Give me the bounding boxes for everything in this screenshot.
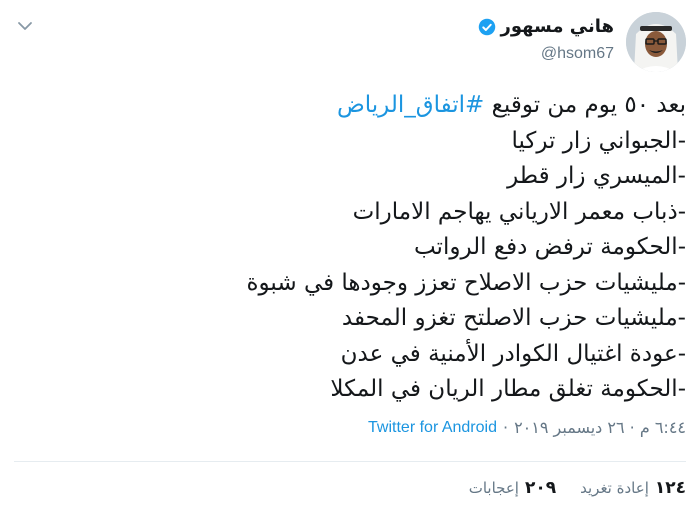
- tweet-line-prefix: بعد ٥٠ يوم من توقيع: [484, 92, 686, 118]
- tweet-line-hashtag: بعد ٥٠ يوم من توقيع #اتفاق_الرياض: [16, 88, 686, 124]
- hashtag-link[interactable]: #اتفاق_الرياض: [337, 92, 484, 118]
- retweets-count: ١٢٤: [654, 478, 686, 498]
- likes-stat[interactable]: ٢٠٩ إعجابات: [469, 478, 556, 498]
- author-block[interactable]: هاني مسهور @hsom67: [478, 16, 614, 63]
- likes-count: ٢٠٩: [524, 478, 557, 498]
- tweet-line: -الحكومة ترفض دفع الرواتب: [413, 234, 686, 260]
- retweets-stat[interactable]: ١٢٤ إعادة تغريد: [580, 478, 686, 498]
- tweet-line: -مليشيات حزب الاصلاح تعزز وجودها في شبوة: [246, 269, 686, 296]
- meta-separator: ·: [502, 418, 509, 437]
- tweet-meta: ٦:٤٤ م · ٢٦ ديسمبر ٢٠١٩ · Twitter for An…: [368, 418, 686, 437]
- tweet-text: بعد ٥٠ يوم من توقيع #اتفاق_الرياض -الجبو…: [16, 88, 686, 408]
- tweet-card: هاني مسهور @hsom67 بعد ٥٠ يوم من توقيع #…: [0, 0, 700, 519]
- author-display-name[interactable]: هاني مسهور: [501, 16, 614, 37]
- chevron-down-icon[interactable]: [16, 18, 34, 32]
- verified-badge-icon: [478, 18, 496, 36]
- profile-avatar[interactable]: [626, 12, 686, 72]
- tweet-stats: ١٢٤ إعادة تغريد ٢٠٩ إعجابات: [469, 478, 686, 498]
- tweet-timestamp[interactable]: ٦:٤٤ م · ٢٦ ديسمبر ٢٠١٩: [514, 418, 686, 437]
- retweets-label: إعادة تغريد: [580, 479, 649, 497]
- avatar-image: [626, 12, 686, 72]
- tweet-line: -الميسري زار قطر: [507, 163, 686, 189]
- divider: [14, 461, 686, 462]
- likes-label: إعجابات: [468, 479, 519, 497]
- author-handle[interactable]: @hsom67: [478, 45, 614, 63]
- tweet-line: -الحكومة تغلق مطار الريان في المكلا: [330, 376, 686, 402]
- tweet-line: -ذباب معمر الارياني يهاجم الامارات: [352, 198, 686, 225]
- tweet-line: -الجبواني زار تركيا: [511, 127, 686, 154]
- tweet-line: -عودة اغتيال الكوادر الأمنية في عدن: [340, 340, 686, 367]
- tweet-source-link[interactable]: Twitter for Android: [368, 419, 497, 437]
- display-name-row: هاني مسهور: [478, 16, 614, 37]
- tweet-line: -مليشيات حزب الاصلتح تغزو المحفد: [341, 305, 686, 331]
